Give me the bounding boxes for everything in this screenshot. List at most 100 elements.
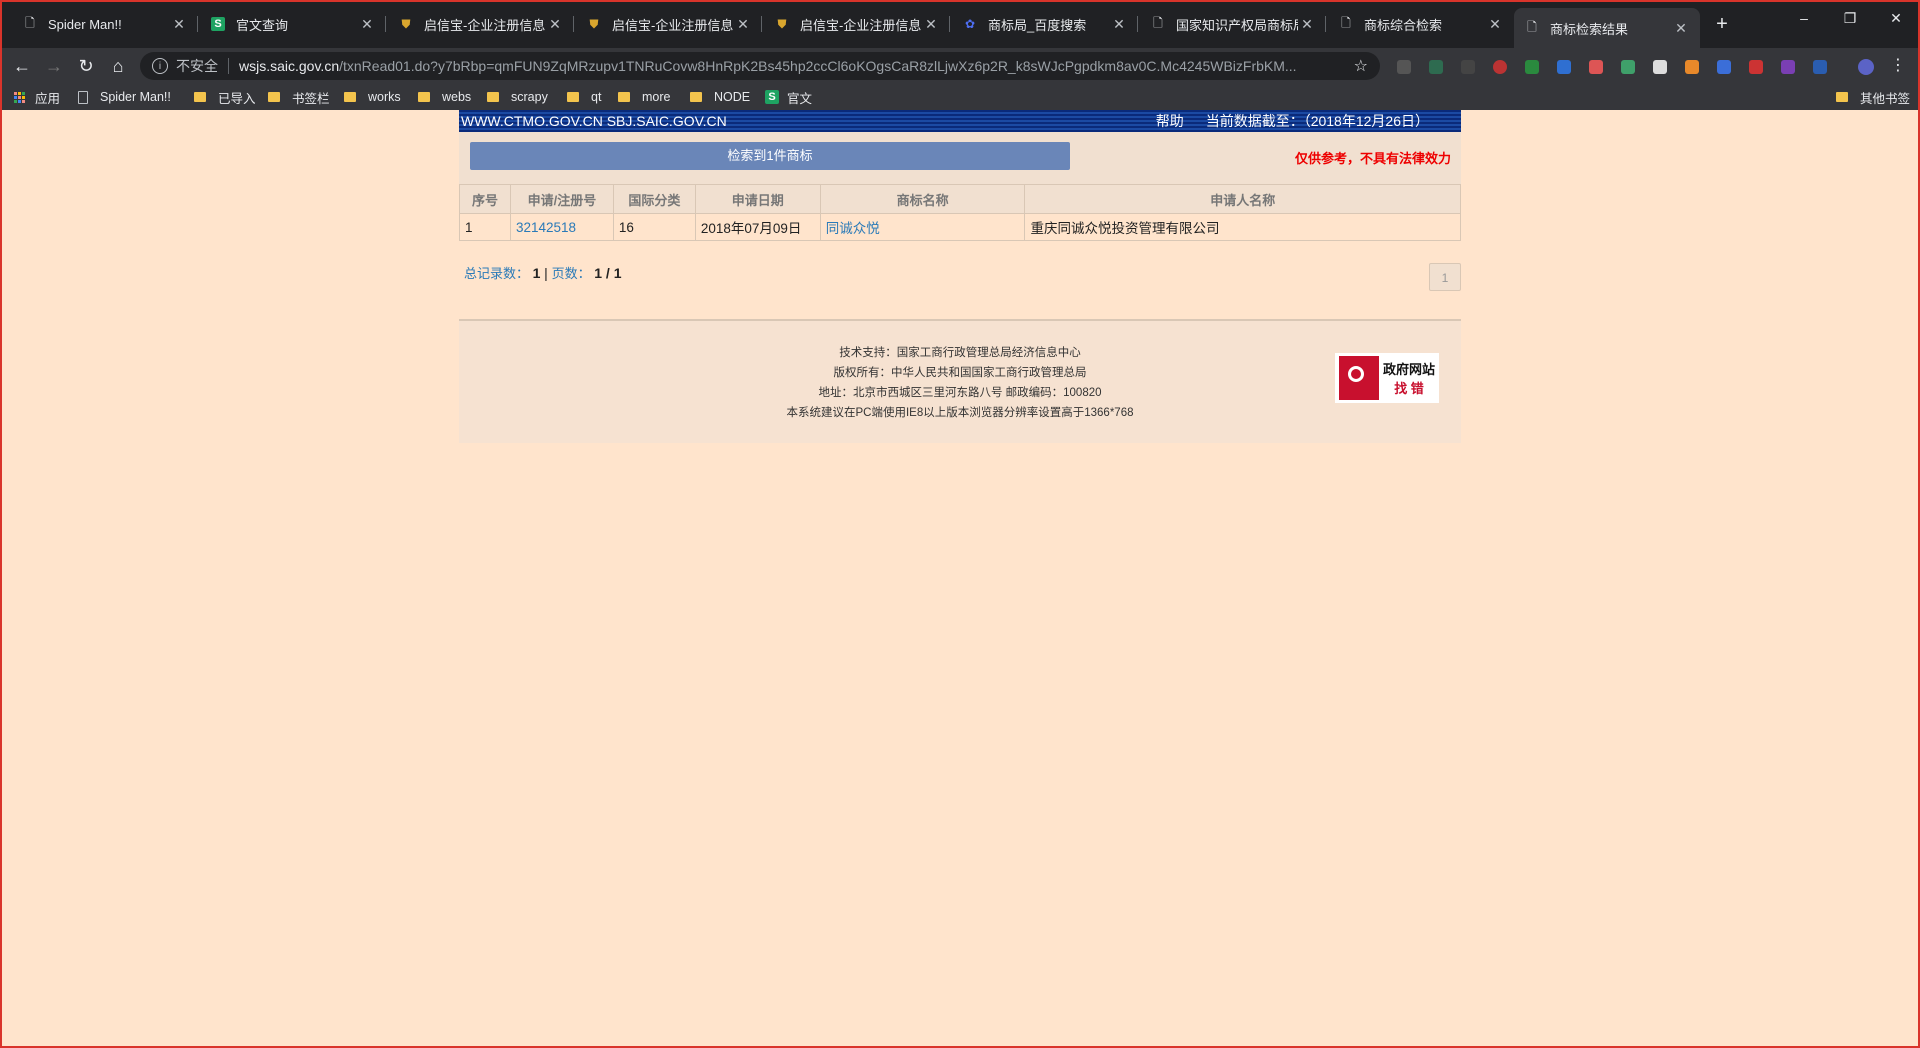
results-bar: 检索到1件商标 仅供参考，不具有法律效力 [459, 132, 1461, 184]
security-label: 不安全 [176, 58, 218, 74]
extension-icon[interactable] [1621, 60, 1635, 74]
tab-qixinbao-2[interactable]: ⛊ 启信宝-企业注册信息查 ✕ [576, 8, 762, 40]
close-icon[interactable]: ✕ [1486, 16, 1504, 33]
intl-class: 16 [612, 213, 696, 241]
tab-cnipa[interactable]: 🗋 国家知识产权局商标局 ✕ [1140, 8, 1326, 40]
data-as-of: 当前数据截至：（2018年12月26日） [1205, 113, 1429, 129]
browser-toolbar: ← → ↻ ⌂ i 不安全 wsjs.saic.gov.cn /txnRead0… [0, 48, 1920, 84]
reload-button[interactable]: ↻ [74, 54, 98, 78]
extension-icon[interactable] [1493, 60, 1507, 74]
tab-trademark-results[interactable]: 🗋 商标检索结果 ✕ [1514, 8, 1700, 48]
forward-button[interactable]: → [42, 54, 66, 78]
url-path: /txnRead01.do?y7bRbp=qmFUN9ZqMRzupv1TNRu… [339, 58, 1297, 74]
home-button[interactable]: ⌂ [106, 54, 130, 78]
minimize-button[interactable]: – [1784, 10, 1824, 26]
disclaimer: 仅供参考，不具有法律效力 [1294, 151, 1451, 166]
extension-icon[interactable] [1525, 60, 1539, 74]
extension-icon[interactable] [1557, 60, 1571, 74]
bookmark-works[interactable]: works [344, 88, 401, 106]
trademark-name-link[interactable]: 同诚众悦 [826, 221, 880, 236]
page-icon: 🗋 [1527, 19, 1537, 34]
pages-value: 1 / 1 [594, 265, 622, 281]
close-icon[interactable]: ✕ [358, 16, 376, 33]
restore-button[interactable]: ❐ [1830, 10, 1870, 27]
bookmark-webs[interactable]: webs [418, 88, 471, 106]
shield-icon: ⛊ [401, 16, 411, 31]
page-icon: 🗋 [1153, 15, 1163, 30]
tab-baidu[interactable]: ✿ 商标局_百度搜索 ✕ [952, 8, 1138, 40]
tab-title: Spider Man!! [48, 16, 122, 32]
page-1-button[interactable]: 1 [1429, 263, 1461, 291]
column-header: 序号 [459, 184, 511, 214]
url-host: wsjs.saic.gov.cn [239, 58, 340, 74]
bookmark-imported[interactable]: 已导入 [194, 88, 256, 106]
page-icon: 🗋 [25, 15, 35, 30]
bookmark-apps[interactable]: 应用 [14, 88, 60, 106]
tab-qixinbao-1[interactable]: ⛊ 启信宝-企业注册信息查 ✕ [388, 8, 574, 40]
new-tab-button[interactable]: + [1710, 12, 1734, 36]
folder-icon [194, 92, 206, 102]
extension-icon[interactable] [1397, 60, 1411, 74]
extension-icon[interactable] [1813, 60, 1827, 74]
address-bar[interactable]: i 不安全 wsjs.saic.gov.cn /txnRead01.do?y7b… [140, 52, 1380, 80]
extension-icon[interactable] [1749, 60, 1763, 74]
bookmark-bar-folder[interactable]: 书签栏 [268, 88, 330, 106]
close-icon[interactable]: ✕ [546, 16, 564, 33]
extension-icon[interactable] [1429, 60, 1443, 74]
results-summary: 总记录数： 1 | 页数： 1 / 1 1 [459, 263, 1461, 295]
folder-icon [418, 92, 430, 102]
footer-browser-note: 本系统建议在PC端使用IE8以上版本浏览器分辨率设置高于1366*768 [786, 407, 1134, 419]
help-link[interactable]: 帮助 [1156, 111, 1184, 131]
bookmark-more[interactable]: more [618, 88, 670, 106]
bookmark-label: Spider Man!! [100, 90, 171, 104]
pages-label: 页数： [551, 266, 591, 281]
back-button[interactable]: ← [10, 54, 34, 78]
extension-icon[interactable] [1589, 60, 1603, 74]
info-icon[interactable]: i [152, 58, 168, 74]
total-count: 1 [532, 265, 541, 281]
folder-icon [567, 92, 579, 102]
results-count-button[interactable]: 检索到1件商标 [470, 142, 1070, 170]
bookmark-guanwen[interactable]: S 官文 [765, 88, 812, 106]
close-icon[interactable]: ✕ [734, 16, 752, 33]
avatar[interactable] [1858, 59, 1874, 75]
tab-title: 官文查询 [236, 17, 289, 33]
registration-number-link[interactable]: 32142518 [516, 220, 576, 235]
bookmark-other[interactable]: 其他书签 [1836, 88, 1910, 106]
bookmark-spider-man[interactable]: Spider Man!! [78, 88, 171, 106]
bookmark-label: 已导入 [218, 91, 256, 106]
star-icon[interactable]: ☆ [1354, 56, 1368, 76]
tab-title: 启信宝-企业注册信息查 [800, 17, 922, 33]
close-icon[interactable]: ✕ [170, 16, 188, 33]
bookmark-node[interactable]: NODE [690, 88, 750, 106]
close-icon[interactable]: ✕ [1110, 16, 1128, 33]
bookmark-label: webs [442, 90, 472, 104]
close-window-button[interactable]: ✕ [1876, 10, 1916, 27]
bookmark-label: 官文 [787, 91, 813, 106]
tab-qixinbao-3[interactable]: ⛊ 启信宝-企业注册信息查 ✕ [764, 8, 950, 40]
close-icon[interactable]: ✕ [1672, 20, 1690, 37]
badge-line-2: 找 错 [1394, 381, 1424, 396]
results-page: WWW.CTMO.GOV.CN SBJ.SAIC.GOV.CN 帮助 当前数据截… [459, 110, 1461, 443]
extension-icon[interactable] [1717, 60, 1731, 74]
bookmark-scrapy[interactable]: scrapy [487, 88, 548, 106]
shield-icon: ⛊ [777, 16, 787, 31]
tab-spider-man[interactable]: 🗋 Spider Man!! ✕ [12, 8, 198, 40]
tab-guanwen[interactable]: S 官文查询 ✕ [200, 8, 386, 40]
close-icon[interactable]: ✕ [1298, 16, 1316, 33]
gov-site-error-report-badge[interactable]: 政府网站 找 错 [1335, 353, 1439, 403]
bookmark-label: scrapy [511, 90, 548, 104]
bookmark-label: 其他书签 [1860, 91, 1911, 106]
total-label: 总记录数： [464, 266, 530, 281]
close-icon[interactable]: ✕ [922, 16, 940, 33]
extension-icon[interactable] [1685, 60, 1699, 74]
extension-icon[interactable] [1653, 60, 1667, 74]
extension-icon[interactable] [1461, 60, 1475, 74]
bookmark-qt[interactable]: qt [567, 88, 601, 106]
bookmark-label: NODE [714, 90, 751, 104]
menu-icon[interactable]: ⋮ [1886, 54, 1910, 78]
tab-trademark-search[interactable]: 🗋 商标综合检索 ✕ [1328, 8, 1514, 40]
extension-icon[interactable] [1781, 60, 1795, 74]
site-banner: WWW.CTMO.GOV.CN SBJ.SAIC.GOV.CN 帮助 当前数据截… [459, 110, 1461, 132]
application-date: 2018年07月09日 [694, 213, 821, 241]
